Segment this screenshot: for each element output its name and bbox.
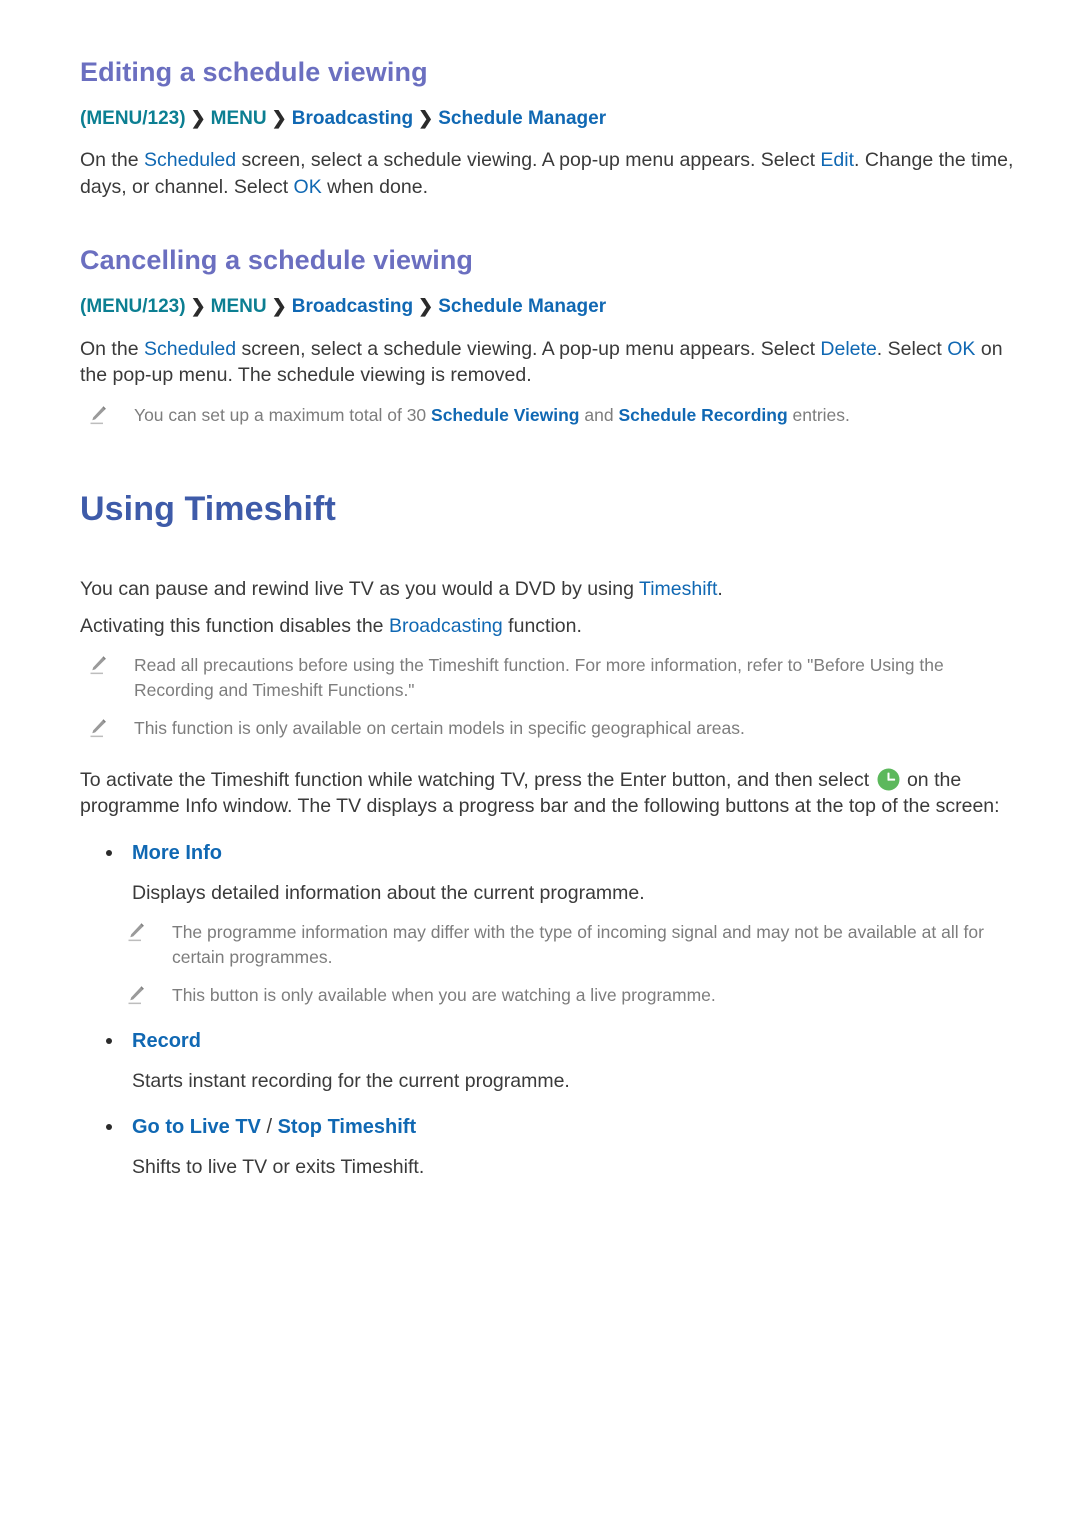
inline-highlight[interactable]: OK bbox=[294, 176, 322, 198]
activation-text-before: To activate the Timeshift function while… bbox=[80, 768, 875, 791]
paragraph-timeshift-intro-2: Activating this function disables the Br… bbox=[80, 613, 1024, 640]
bullet-label-record[interactable]: Record bbox=[80, 1028, 1024, 1054]
inline-highlight[interactable]: Scheduled bbox=[144, 338, 236, 360]
note-text: You can set up a maximum total of 30 Sch… bbox=[134, 403, 850, 428]
note-text: The programme information may differ wit… bbox=[172, 922, 984, 967]
breadcrumb-item-menu[interactable]: MENU bbox=[211, 108, 267, 129]
breadcrumb-root[interactable]: (MENU/123) bbox=[80, 108, 186, 129]
inline-text: screen, select a schedule viewing. A pop… bbox=[236, 337, 821, 360]
paragraph-timeshift-intro-1: You can pause and rewind live TV as you … bbox=[80, 576, 1024, 603]
breadcrumb-item-broadcasting[interactable]: Broadcasting bbox=[292, 108, 413, 129]
inline-text: You can set up a maximum total of 30 bbox=[134, 404, 432, 425]
pencil-icon bbox=[126, 985, 146, 1007]
inline-text: On the bbox=[80, 149, 144, 172]
breadcrumb-arrow-icon: ❯ bbox=[190, 107, 206, 128]
paragraph-editing-instructions: On the Scheduled screen, select a schedu… bbox=[80, 147, 1024, 200]
breadcrumb-editing: (MENU/123) ❯ MENU ❯ Broadcasting ❯ Schedule Ma… bbox=[80, 105, 1024, 134]
inline-highlight[interactable]: Scheduled bbox=[144, 149, 236, 171]
bullet-label-more-info[interactable]: More Info bbox=[80, 840, 1024, 866]
paragraph-cancelling-instructions: On the Scheduled screen, select a schedu… bbox=[80, 336, 1024, 389]
breadcrumb-item-schedule-manager[interactable]: Schedule Manager bbox=[438, 296, 606, 317]
breadcrumb-arrow-icon: ❯ bbox=[271, 296, 287, 317]
bullet-description: Starts instant recording for the current… bbox=[132, 1069, 570, 1092]
breadcrumb-cancelling: (MENU/123) ❯ MENU ❯ Broadcasting ❯ Schedule Ma… bbox=[80, 293, 1024, 322]
note-read-precautions: Read all precautions before using the Ti… bbox=[80, 653, 1024, 702]
clock-icon[interactable] bbox=[877, 768, 900, 791]
section-title-cancelling: Cancelling a schedule viewing bbox=[80, 245, 474, 276]
section-title-editing: Editing a schedule viewing bbox=[80, 57, 428, 87]
inline-text: screen, select a schedule viewing. A pop… bbox=[236, 149, 821, 172]
inline-text: function. bbox=[502, 614, 582, 637]
note-text: This button is only available when you a… bbox=[172, 985, 716, 1006]
note-text: This function is only available on certa… bbox=[134, 718, 745, 739]
inline-highlight[interactable]: OK bbox=[947, 338, 975, 360]
pencil-icon bbox=[88, 655, 108, 677]
bullet-description: Shifts to live TV or exits Timeshift. bbox=[132, 1156, 425, 1179]
inline-text: when done. bbox=[321, 175, 428, 198]
inline-highlight[interactable]: Schedule Recording bbox=[618, 405, 787, 425]
section-cancelling-a-schedule-viewing: Cancelling a schedule viewing (MENU/123)… bbox=[80, 244, 1024, 427]
inline-highlight[interactable]: Timeshift bbox=[639, 578, 717, 600]
inline-text: . Select bbox=[876, 337, 948, 360]
inline-highlight[interactable]: Schedule Viewing bbox=[431, 405, 579, 425]
inline-text: On the bbox=[80, 337, 144, 360]
breadcrumb-root[interactable]: (MENU/123) bbox=[80, 296, 186, 317]
inline-text: and bbox=[579, 404, 619, 425]
breadcrumb-arrow-icon: ❯ bbox=[190, 296, 206, 317]
label-separator: / bbox=[260, 1116, 278, 1139]
manual-page: Editing a schedule viewing (MENU/123) ❯ ME… bbox=[0, 0, 1080, 1181]
bullet-label-text[interactable]: Go to Live TV bbox=[132, 1116, 261, 1138]
inline-text: . bbox=[717, 578, 723, 601]
bullet-label-go-to-live-tv-stop-timeshift[interactable]: Go to Live TV / Stop Timeshift bbox=[80, 1114, 1024, 1140]
timeshift-button-list: More Info Displays detailed information … bbox=[80, 840, 1024, 1181]
breadcrumb-item-broadcasting[interactable]: Broadcasting bbox=[292, 296, 413, 317]
breadcrumb-arrow-icon: ❯ bbox=[418, 296, 434, 317]
breadcrumb-arrow-icon: ❯ bbox=[271, 107, 287, 128]
inline-text: entries. bbox=[787, 404, 850, 425]
bullet-label-text: Record bbox=[132, 1029, 201, 1052]
list-item: Go to Live TV / Stop Timeshift Shifts to… bbox=[80, 1114, 1024, 1181]
list-item: Record Starts instant recording for the … bbox=[80, 1028, 1024, 1095]
section-editing-a-schedule-viewing: Editing a schedule viewing (MENU/123) ❯ ME… bbox=[80, 56, 1024, 200]
breadcrumb-item-schedule-manager[interactable]: Schedule Manager bbox=[438, 108, 606, 129]
page-title: Using Timeshift bbox=[80, 490, 336, 529]
inline-highlight[interactable]: Edit bbox=[820, 149, 854, 171]
pencil-icon bbox=[88, 718, 108, 740]
note-model-availability: This function is only available on certa… bbox=[80, 716, 1024, 741]
pencil-icon bbox=[88, 405, 108, 427]
note-live-programme-only: This button is only available when you a… bbox=[80, 983, 1024, 1008]
breadcrumb-item-menu[interactable]: MENU bbox=[211, 296, 267, 317]
list-item: More Info Displays detailed information … bbox=[80, 840, 1024, 1008]
breadcrumb-arrow-icon: ❯ bbox=[418, 107, 434, 128]
inline-text: You can pause and rewind live TV as you … bbox=[80, 578, 639, 601]
note-text: Read all precautions before using the Ti… bbox=[134, 655, 944, 700]
paragraph-activation-instructions: To activate the Timeshift function while… bbox=[80, 767, 1024, 820]
bullet-label-text: More Info bbox=[132, 841, 222, 864]
inline-highlight[interactable]: Broadcasting bbox=[389, 615, 503, 637]
inline-text: Activating this function disables the bbox=[80, 614, 389, 637]
note-max-entries: You can set up a maximum total of 30 Sch… bbox=[80, 403, 1024, 428]
bullet-label-text-second[interactable]: Stop Timeshift bbox=[278, 1116, 417, 1138]
pencil-icon bbox=[126, 922, 146, 944]
inline-highlight[interactable]: Delete bbox=[820, 338, 876, 360]
note-programme-info-differs: The programme information may differ wit… bbox=[80, 920, 1024, 969]
bullet-description: Displays detailed information about the … bbox=[132, 881, 645, 904]
chapter-using-timeshift: Using Timeshift You can pause and rewind… bbox=[80, 489, 1024, 1180]
